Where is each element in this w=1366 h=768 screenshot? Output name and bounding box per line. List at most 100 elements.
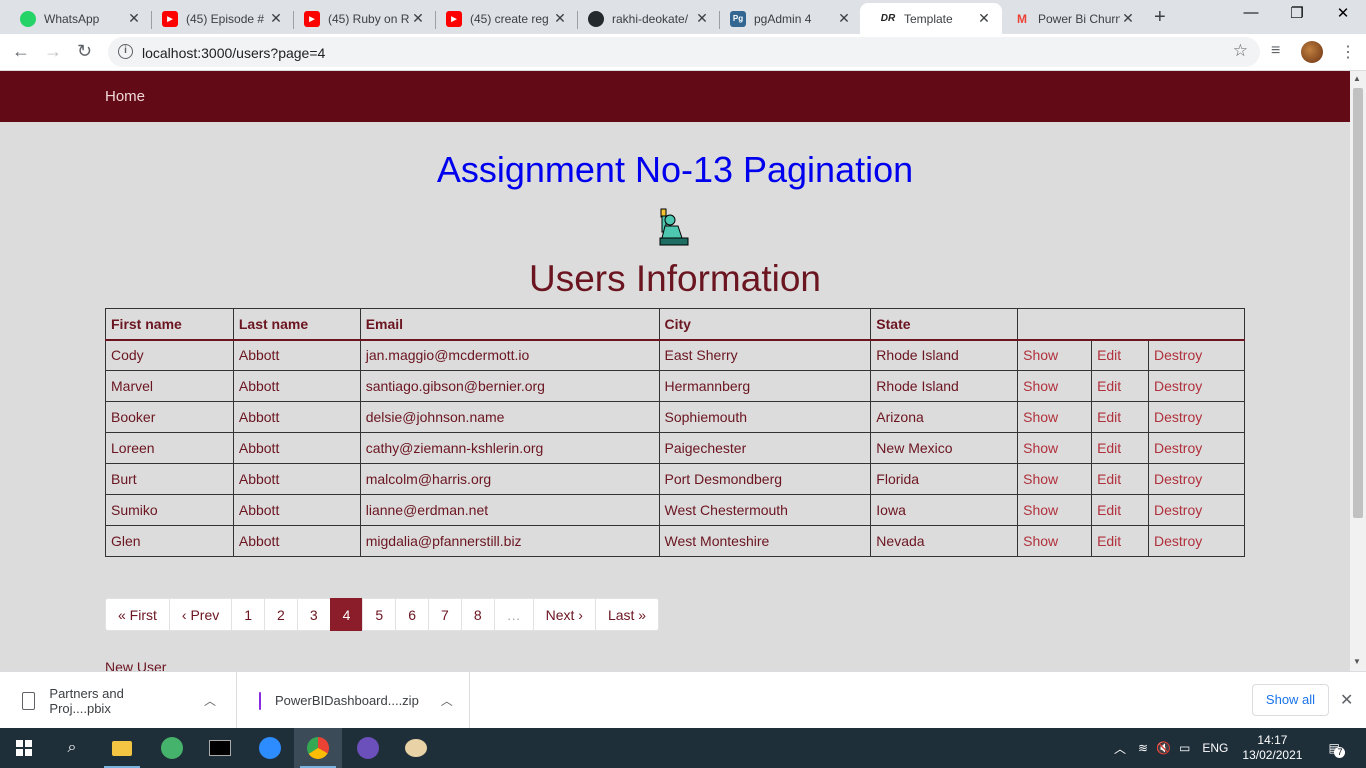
show-link[interactable]: Show [1017, 370, 1093, 402]
page-scrollbar[interactable]: ▲ ▼ [1350, 71, 1366, 671]
chevron-up-icon[interactable]: ︿ [441, 692, 453, 709]
show-link[interactable]: Show [1017, 525, 1093, 557]
edit-link[interactable]: Edit [1091, 401, 1150, 433]
tab-title: pgAdmin 4 [754, 11, 812, 26]
pagination-first[interactable]: « First [105, 598, 170, 631]
pagination-page[interactable]: 7 [428, 598, 462, 631]
forward-arrow-icon[interactable]: → [44, 41, 62, 62]
tab-youtube-create[interactable]: ▶ (45) create reg ✕ [426, 3, 578, 34]
notifications-icon[interactable]: ▤ 7 [1328, 741, 1346, 758]
pagination-prev[interactable]: ‹ Prev [168, 598, 233, 631]
language-indicator[interactable]: ENG [1202, 741, 1228, 755]
scroll-up-arrow-icon[interactable]: ▲ [1353, 74, 1361, 83]
download-item[interactable]: PowerBIDashboard....zip ︿ [237, 672, 470, 729]
tab-pgadmin[interactable]: Pg pgAdmin 4 ✕ [710, 3, 862, 34]
scroll-down-arrow-icon[interactable]: ▼ [1353, 657, 1361, 666]
close-tab-icon[interactable]: ✕ [410, 10, 426, 27]
url-text[interactable]: localhost:3000/users?page=4 [142, 45, 325, 61]
battery-icon[interactable]: ▭ [1179, 741, 1190, 755]
table-row: Loreen Abbott cathy@ziemann-kshlerin.org… [105, 432, 1245, 464]
cell-last-name: Abbott [232, 432, 361, 464]
edit-link[interactable]: Edit [1091, 494, 1150, 526]
show-link[interactable]: Show [1017, 432, 1093, 464]
scrollbar-thumb[interactable] [1353, 88, 1363, 518]
pagination-page[interactable]: 5 [362, 598, 397, 631]
close-tab-icon[interactable]: ✕ [976, 10, 992, 27]
close-tab-icon[interactable]: ✕ [694, 10, 710, 27]
minimize-button[interactable]: — [1228, 4, 1274, 21]
tab-gmail[interactable]: M Power Bi Churn ✕ [994, 3, 1146, 34]
destroy-link[interactable]: Destroy [1148, 370, 1245, 402]
edit-link[interactable]: Edit [1091, 339, 1150, 371]
close-tab-icon[interactable]: ✕ [1120, 10, 1136, 27]
pagination-page[interactable]: 8 [460, 598, 495, 631]
edit-link[interactable]: Edit [1091, 463, 1150, 495]
close-tab-icon[interactable]: ✕ [552, 10, 568, 27]
tab-youtube-episode[interactable]: ▶ (45) Episode # ✕ [142, 3, 294, 34]
nav-home-link[interactable]: Home [105, 88, 145, 105]
show-link[interactable]: Show [1017, 494, 1093, 526]
edit-link[interactable]: Edit [1091, 432, 1150, 464]
show-all-downloads-button[interactable]: Show all [1252, 684, 1329, 716]
pagination-next[interactable]: Next › [532, 598, 596, 631]
tab-github[interactable]: rakhi-deokate/ ✕ [568, 3, 720, 34]
new-tab-button[interactable]: + [1154, 6, 1166, 29]
profile-avatar[interactable] [1301, 41, 1323, 63]
destroy-link[interactable]: Destroy [1148, 463, 1245, 495]
windows-start-icon[interactable] [0, 728, 48, 768]
site-info-icon[interactable]: i [118, 44, 133, 59]
destroy-link[interactable]: Destroy [1148, 401, 1245, 433]
zoom-app-icon[interactable] [246, 728, 294, 768]
file-explorer-icon[interactable] [98, 728, 146, 768]
chevron-up-icon[interactable]: ︿ [1114, 740, 1126, 757]
edit-link[interactable]: Edit [1091, 370, 1150, 402]
speaker-muted-icon[interactable]: 🔇 [1156, 741, 1171, 755]
pagination-page[interactable]: 1 [231, 598, 266, 631]
search-icon[interactable]: ⌕ [48, 728, 96, 768]
address-bar[interactable]: i localhost:3000/users?page=4 ☆ [108, 37, 1260, 67]
destroy-link[interactable]: Destroy [1148, 525, 1245, 557]
header-email: Email [359, 308, 660, 341]
reading-list-icon[interactable]: ≡ [1271, 42, 1280, 60]
destroy-link[interactable]: Destroy [1148, 432, 1245, 464]
new-user-link[interactable]: New User [105, 659, 166, 671]
cell-first-name: Sumiko [105, 494, 234, 526]
paint-app-icon[interactable] [392, 728, 440, 768]
bookmark-star-icon[interactable]: ☆ [1233, 41, 1248, 61]
pagination-last[interactable]: Last » [594, 598, 660, 631]
pagination-page[interactable]: 3 [296, 598, 331, 631]
clock[interactable]: 14:17 13/02/2021 [1242, 733, 1302, 763]
download-item[interactable]: Partners and Proj....pbix ︿ [0, 672, 237, 729]
close-tab-icon[interactable]: ✕ [268, 10, 284, 27]
chrome-icon[interactable] [294, 728, 342, 768]
show-link[interactable]: Show [1017, 339, 1093, 371]
close-shelf-icon[interactable]: ✕ [1340, 690, 1353, 710]
close-window-button[interactable]: ✕ [1320, 4, 1366, 22]
destroy-link[interactable]: Destroy [1148, 494, 1245, 526]
pagination-page[interactable]: 2 [264, 598, 298, 631]
pagination-current-page[interactable]: 4 [329, 598, 364, 631]
chevron-up-icon[interactable]: ︿ [204, 692, 216, 709]
postgres-app-icon[interactable] [344, 728, 392, 768]
tab-youtube-ruby[interactable]: ▶ (45) Ruby on R ✕ [284, 3, 436, 34]
close-tab-icon[interactable]: ✕ [126, 10, 142, 27]
atom-editor-icon[interactable] [148, 728, 196, 768]
terminal-icon[interactable] [196, 728, 244, 768]
menu-kebab-icon[interactable]: ⋮ [1340, 42, 1356, 62]
show-link[interactable]: Show [1017, 401, 1093, 433]
cell-last-name: Abbott [232, 463, 361, 495]
file-icon [22, 691, 36, 710]
tab-template[interactable]: DR Template ✕ [860, 3, 1002, 34]
reload-icon[interactable]: ↻ [77, 41, 92, 62]
destroy-link[interactable]: Destroy [1148, 339, 1245, 371]
pagination-page[interactable]: 6 [395, 598, 430, 631]
show-link[interactable]: Show [1017, 463, 1093, 495]
edit-link[interactable]: Edit [1091, 525, 1150, 557]
cell-last-name: Abbott [232, 401, 361, 433]
tab-whatsapp[interactable]: WhatsApp ✕ [0, 3, 152, 34]
close-tab-icon[interactable]: ✕ [836, 10, 852, 27]
wifi-icon[interactable]: ≋ [1138, 741, 1148, 755]
table-row: Cody Abbott jan.maggio@mcdermott.io East… [105, 339, 1245, 371]
back-arrow-icon[interactable]: ← [12, 41, 30, 62]
restore-button[interactable]: ❐ [1274, 4, 1320, 22]
